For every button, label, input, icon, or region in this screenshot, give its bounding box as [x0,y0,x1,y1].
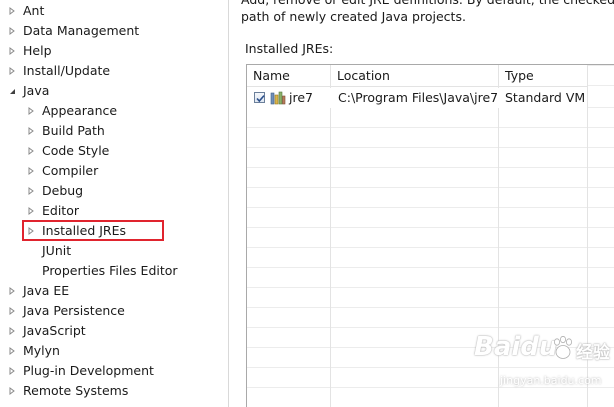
tree-item-mylyn[interactable]: Mylyn [0,341,228,361]
column-divider [587,65,588,407]
collapsed-arrow-icon[interactable] [26,181,36,201]
tree-item-junit[interactable]: JUnit [0,241,228,261]
jre-name: jre7 [289,90,313,105]
installed-jres-table[interactable]: Name Location Type jre7 C:\Program Files… [246,64,614,407]
tree-item-data-management[interactable]: Data Management [0,21,228,41]
collapsed-arrow-icon[interactable] [7,381,17,401]
tree-item-remote-systems[interactable]: Remote Systems [0,381,228,401]
column-header-name[interactable]: Name [247,65,331,87]
jre-type: Standard VM [505,90,586,105]
collapsed-arrow-icon[interactable] [7,281,17,301]
tree-item-label: Data Management [23,23,140,38]
jre-checkbox[interactable] [254,92,265,103]
tree-item-label: Java [23,83,50,98]
jre-library-icon [270,91,286,105]
tree-item-editor[interactable]: Editor [0,201,228,221]
tree-item-label: Install/Update [23,63,111,78]
tree-item-label: Build Path [42,123,105,138]
column-divider [498,65,499,407]
tree-item-label: Appearance [42,103,118,118]
collapsed-arrow-icon[interactable] [26,121,36,141]
tree-item-label: Remote Systems [23,383,129,398]
preference-tree: Ant Data Management Help Install/Update Java… [0,0,228,407]
collapsed-arrow-icon[interactable] [26,161,36,181]
tree-item-label: Properties Files Editor [42,263,178,278]
table-row[interactable]: jre7 C:\Program Files\Java\jre7 Standard… [247,88,587,108]
jre-location: C:\Program Files\Java\jre7 [338,90,499,105]
tree-item-label: Code Style [42,143,110,158]
tree-item-label: Plug-in Development [23,363,154,378]
collapsed-arrow-icon[interactable] [26,141,36,161]
expanded-arrow-icon[interactable] [7,81,17,101]
installed-jres-highlight [22,220,164,241]
tree-item-java[interactable]: Java [0,81,228,101]
collapsed-arrow-icon[interactable] [26,201,36,221]
collapsed-arrow-icon[interactable] [26,101,36,121]
tree-item-label: Mylyn [23,343,60,358]
tree-item-ant[interactable]: Ant [0,1,228,21]
tree-item-build-path[interactable]: Build Path [0,121,228,141]
tree-item-label: Java Persistence [23,303,125,318]
collapsed-arrow-icon[interactable] [7,361,17,381]
tree-item-code-style[interactable]: Code Style [0,141,228,161]
tree-item-label: Java EE [23,283,70,298]
column-header-type[interactable]: Type [499,65,588,87]
collapsed-arrow-icon[interactable] [7,21,17,41]
tree-item-label: JUnit [42,243,72,258]
tree-item-install-update[interactable]: Install/Update [0,61,228,81]
installed-jres-label: Installed JREs: [245,41,334,56]
tree-item-label: Editor [42,203,79,218]
tree-item-label: Ant [23,3,45,18]
tree-item-label: Debug [42,183,84,198]
tree-item-compiler[interactable]: Compiler [0,161,228,181]
collapsed-arrow-icon[interactable] [7,61,17,81]
tree-item-label: Compiler [42,163,99,178]
tree-item-properties-files-editor[interactable]: Properties Files Editor [0,261,228,281]
column-divider [330,65,331,407]
collapsed-arrow-icon[interactable] [7,301,17,321]
tree-item-appearance[interactable]: Appearance [0,101,228,121]
tree-item-help[interactable]: Help [0,41,228,61]
description-line-2: path of newly created Java projects. [241,9,466,24]
tree-item-label: Help [23,43,52,58]
tree-item-plug-in-development[interactable]: Plug-in Development [0,361,228,381]
collapsed-arrow-icon[interactable] [7,341,17,361]
collapsed-arrow-icon[interactable] [7,1,17,21]
pane-divider[interactable] [228,0,229,407]
tree-item-java-ee[interactable]: Java EE [0,281,228,301]
tree-item-label: JavaScript [23,323,86,338]
tree-item-javascript[interactable]: JavaScript [0,321,228,341]
collapsed-arrow-icon[interactable] [7,41,17,61]
collapsed-arrow-icon[interactable] [7,321,17,341]
tree-item-debug[interactable]: Debug [0,181,228,201]
check-icon [256,95,265,103]
column-header-location[interactable]: Location [331,65,499,87]
tree-item-java-persistence[interactable]: Java Persistence [0,301,228,321]
